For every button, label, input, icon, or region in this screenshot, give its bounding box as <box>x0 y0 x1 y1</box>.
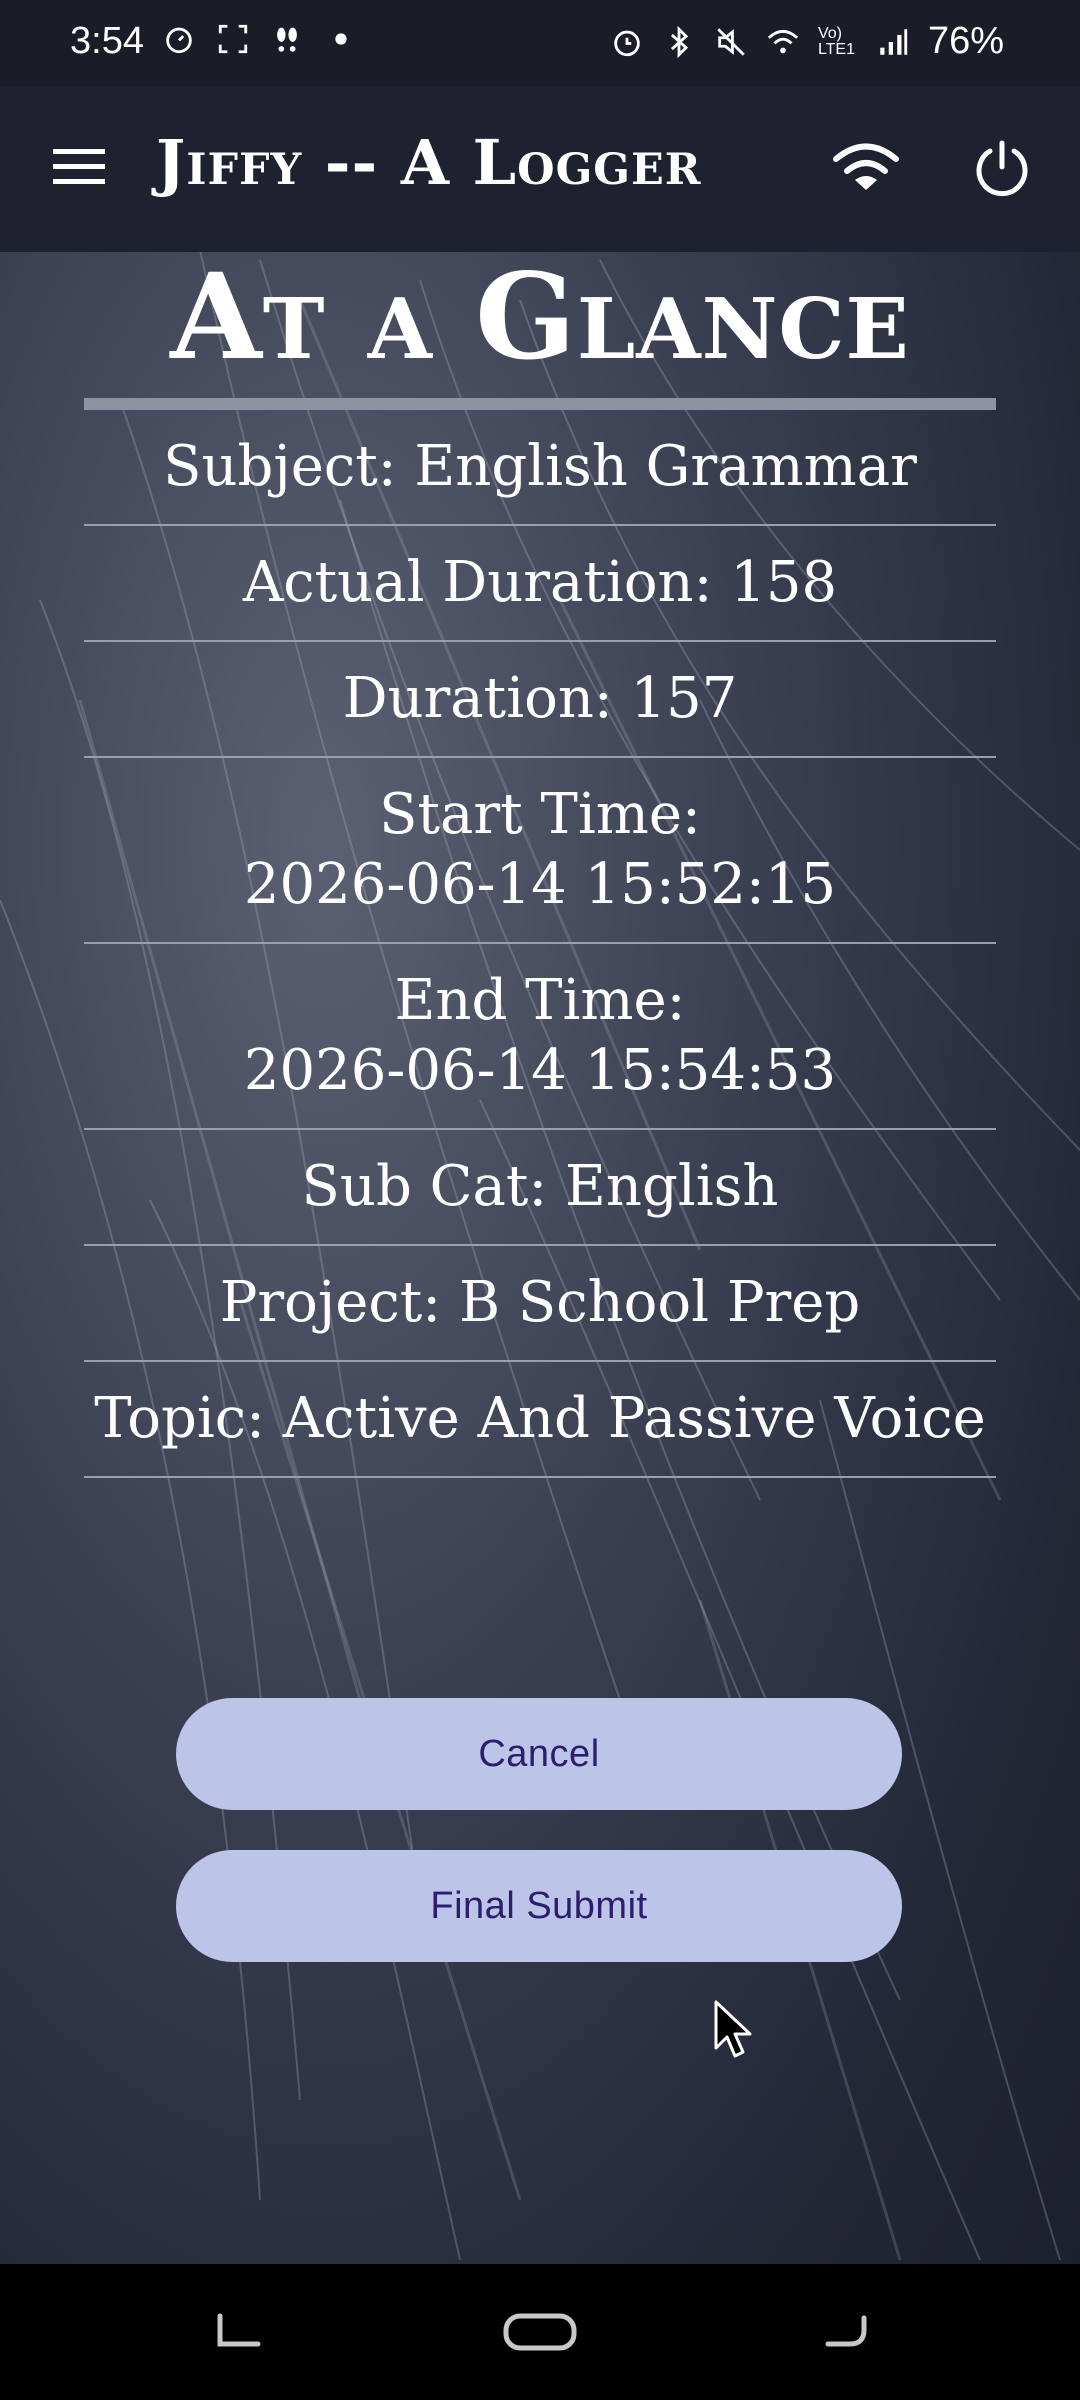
page-title: At a Glance <box>170 247 910 386</box>
wifi-icon <box>833 143 899 190</box>
final-submit-button[interactable]: Final Submit <box>176 1850 902 1962</box>
detail-start-time-value: 2026-06-14 15:52:15 <box>243 852 837 917</box>
detail-end-time-label: End Time: <box>394 968 686 1033</box>
alarm-icon <box>614 30 640 56</box>
detail-project: Project: B School Prep <box>84 1246 996 1362</box>
title-divider <box>84 398 996 410</box>
status-right-icons: Vo) LTE1 76% <box>610 20 1004 63</box>
app-title: Jiffy -- A Logger <box>156 126 702 199</box>
power-icon <box>976 140 1028 197</box>
detail-end-time: End Time: 2026-06-14 15:54:53 <box>84 944 996 1130</box>
back-button[interactable] <box>820 2308 870 2358</box>
dot-icon <box>335 33 347 45</box>
home-button[interactable] <box>502 2308 578 2358</box>
wifi-status-icon <box>767 29 799 53</box>
navigation-bar <box>0 2264 1080 2400</box>
home-icon <box>503 2313 577 2351</box>
status-left-icons <box>162 22 358 56</box>
mouse-cursor-icon <box>714 2000 752 2058</box>
battery-level: 76% <box>927 20 1004 62</box>
detail-start-time-label: Start Time: <box>379 782 701 847</box>
status-time: 3:54 <box>70 20 144 62</box>
summary-content: At a Glance Subject: English Grammar Act… <box>0 252 1080 1478</box>
screenshot-icon <box>218 24 248 54</box>
bluetooth-icon <box>670 25 689 58</box>
timer-icon <box>166 27 192 54</box>
hamburger-icon <box>53 149 105 184</box>
mute-icon <box>717 27 745 56</box>
action-buttons: Cancel Final Submit <box>176 1698 904 2002</box>
detail-topic: Topic: Active And Passive Voice <box>84 1362 996 1478</box>
detail-duration-text: Duration: 157 <box>342 666 738 731</box>
detail-project-text: Project: B School Prep <box>219 1270 861 1335</box>
detail-sub-cat: Sub Cat: English <box>84 1130 996 1246</box>
signal-icon <box>880 28 908 55</box>
power-button[interactable] <box>962 130 1042 206</box>
detail-actual-duration-text: Actual Duration: 158 <box>242 550 838 615</box>
volte-icon: Vo) LTE1 <box>817 24 855 58</box>
detail-subject: Subject: English Grammar <box>84 410 996 526</box>
footprints-icon <box>277 27 297 52</box>
recent-apps-button[interactable] <box>214 2308 264 2358</box>
detail-duration: Duration: 157 <box>84 642 996 758</box>
detail-start-time: Start Time: 2026-06-14 15:52:15 <box>84 758 996 944</box>
menu-button[interactable] <box>44 132 114 202</box>
detail-end-time-value: 2026-06-14 15:54:53 <box>243 1038 837 1103</box>
wifi-button[interactable] <box>826 130 906 206</box>
cancel-button[interactable]: Cancel <box>176 1698 902 1810</box>
detail-actual-duration: Actual Duration: 158 <box>84 526 996 642</box>
status-bar: 3:54 Vo) LTE1 76% <box>0 0 1080 86</box>
details-list: Subject: English Grammar Actual Duration… <box>84 410 996 1478</box>
recent-apps-icon <box>217 2313 261 2347</box>
detail-sub-cat-text: Sub Cat: English <box>301 1154 779 1219</box>
detail-topic-text: Topic: Active And Passive Voice <box>94 1386 986 1451</box>
app-bar: Jiffy -- A Logger <box>0 86 1080 252</box>
screen: 3:54 Vo) LTE1 76% Jiffy -- A Logger At a… <box>0 0 1080 2400</box>
back-icon <box>825 2315 867 2347</box>
detail-subject-text: Subject: English Grammar <box>163 434 917 499</box>
